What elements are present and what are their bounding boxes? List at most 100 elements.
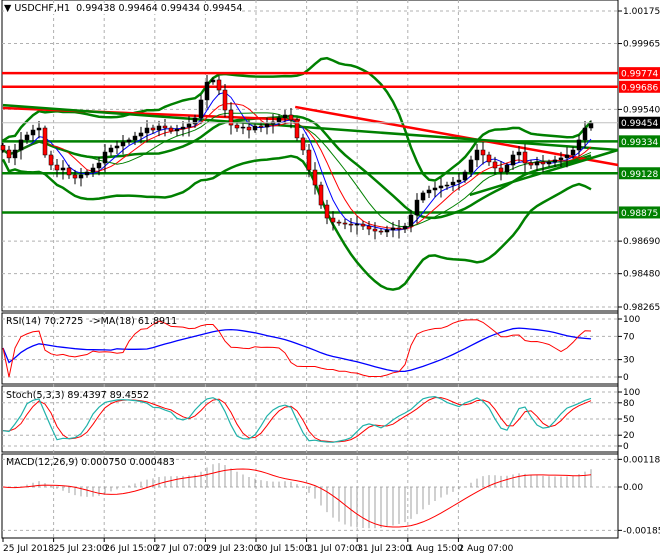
candle-bull [588,122,594,129]
candle-bull [420,192,426,201]
level-price-label: 0.99686 [621,83,658,93]
candle-bear [222,89,228,111]
candle-bear [258,125,264,128]
candle-bull [144,127,150,134]
candle-bull [426,189,432,194]
candle-bear [492,161,498,169]
candle-bear [348,223,354,226]
candle-bull [198,99,204,119]
candle-bear [246,126,252,131]
candle-bull [18,139,24,151]
candle-bull [180,126,186,130]
candle-bull [240,126,246,129]
candle-bull [390,227,396,231]
candle-bear [306,149,312,171]
candle-bear [216,79,222,91]
symbol-label: USDCHF,H1 [14,3,71,14]
y-tick-label: 0 [623,373,629,383]
open-price: 0.99438 [76,3,116,14]
candle-bull [102,151,108,164]
candle-bear [480,149,486,156]
candle-bull [120,141,126,147]
candle-bull [546,161,552,165]
y-tick-label: 80 [623,399,635,409]
y-tick-label: 0.99965 [623,40,660,50]
y-tick-label: 0.98480 [623,270,660,280]
candle-bear [378,230,384,233]
candle-bear [150,127,156,131]
candle-bull [60,167,66,171]
candle-bull [462,171,468,181]
candle-bull [474,149,480,161]
candle-bear [54,164,60,171]
candle-bear [234,124,240,129]
candle-bull [552,159,558,163]
candle-bull [384,229,390,233]
candle-bear [168,127,174,132]
candle-bear [300,137,306,151]
x-tick-label: 2 Aug 07:00 [458,544,513,554]
candle-bear [342,222,348,225]
candle-bear [360,223,366,227]
stoch-title: Stoch(5,3,3) 89.4397 89.4552 [6,390,150,401]
x-tick-label: 31 Jul 23:00 [357,544,411,554]
candle-bull [570,149,576,156]
close-price: 0.99454 [203,3,243,14]
y-tick-label: 20 [623,431,635,441]
y-tick-label: 1.00175 [623,7,660,17]
x-tick-label: 27 Jul 07:00 [155,544,209,554]
candle-bull [354,223,360,226]
candle-bull [402,225,408,230]
y-tick-label: 0 [623,442,629,452]
current-price-label: 0.99454 [621,119,658,129]
level-price-label: 0.99774 [621,70,658,80]
candle-bull [78,174,84,179]
candle-bear [486,154,492,163]
high-price: 0.99464 [118,3,158,14]
y-tick-label: 100 [623,315,640,325]
candle-bull [126,139,132,143]
candle-bear [528,162,534,166]
candle-bull [408,214,414,227]
candle-bull [264,123,270,128]
candle-bull [36,127,42,131]
x-tick-label: 31 Jul 07:00 [307,544,361,554]
y-tick-label: 100 [623,388,640,398]
y-tick-label: 0.98265 [623,303,660,313]
y-tick-label: -0.00185 [623,526,660,536]
x-tick-label: 30 Jul 15:00 [256,544,310,554]
level-price-label: 0.98875 [621,209,658,219]
candle-bear [312,169,318,186]
candle-bear [498,167,504,173]
candle-bear [72,174,78,179]
candle-bull [204,81,210,101]
y-tick-label: 0.98690 [623,237,660,247]
candle-bear [66,167,72,176]
candle-bear [42,127,48,156]
candle-bull [432,187,438,191]
candle-bear [336,221,342,224]
candle-bear [330,217,336,223]
y-tick-label: 50 [623,415,635,425]
x-tick-label: 1 Aug 15:00 [408,544,463,554]
candle-bull [414,199,420,216]
dropdown-arrow-icon[interactable]: ▼ [4,3,11,14]
candle-bull [534,161,540,166]
y-tick-label: 0.99540 [623,105,660,115]
candle-bull [186,123,192,128]
candle-bull [468,159,474,173]
level-price-label: 0.99128 [621,170,658,180]
y-tick-label: 70 [623,332,635,342]
candle-bull [114,145,120,149]
candle-bull [84,171,90,176]
y-tick-label: 30 [623,356,635,366]
candle-bear [540,161,546,165]
candle-bull [444,184,450,187]
candle-bull [132,135,138,141]
candle-bull [504,164,510,173]
candle-bull [30,129,36,136]
x-tick-label: 25 Jul 2018 [3,544,54,554]
candle-bull [450,181,456,186]
candle-bear [324,204,330,219]
macd-title: MACD(12,26,9) 0.000750 0.000483 [6,457,175,468]
